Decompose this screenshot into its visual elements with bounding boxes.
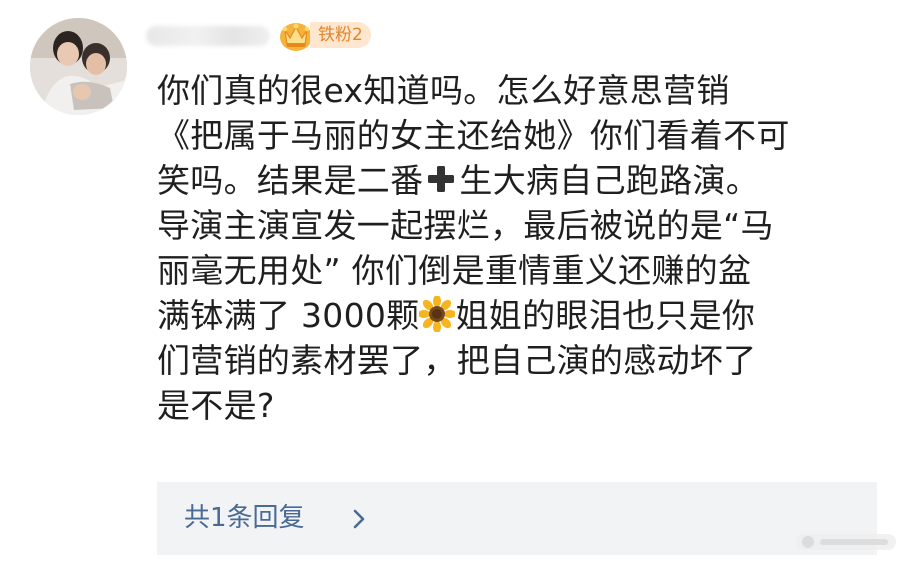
chevron-right-icon (353, 509, 365, 529)
comment-line: 是不是? (157, 386, 275, 425)
comment-segment: 生大病自己跑路演。 (459, 161, 760, 200)
comment-line: 《把属于马丽的女主还给她》你们看着不可 (157, 116, 790, 155)
comment-line: 丽毫无用处” 你们倒是重情重义还赚的盆 (157, 251, 752, 290)
comment-segment: 姐姐的眼泪也只是你 (455, 296, 756, 335)
comment-segment: 满钵满了 3000颗 (157, 296, 420, 335)
comment-line: 导演主演宣发一起摆烂，最后被说的是“马 (157, 206, 774, 245)
fan-level-badge[interactable]: 铁粉2 (278, 18, 371, 52)
comment-segment: 笑吗。结果是二番 (157, 161, 424, 200)
comment-text: 你们真的很ex知道吗。怎么好意思营销 《把属于马丽的女主还给她》你们看着不可 笑… (157, 68, 877, 428)
user-avatar[interactable] (30, 18, 127, 115)
username-redacted[interactable] (146, 26, 270, 46)
comment-line: 满钵满了 3000颗 姐姐的眼泪也只是你 (157, 293, 877, 338)
comment-line: 笑吗。结果是二番 生大病自己跑路演。 (157, 158, 877, 203)
crown-icon (280, 23, 312, 51)
plus-emoji-icon (428, 166, 455, 192)
view-replies-link[interactable]: 共1条回复 (184, 500, 305, 536)
comment-line: 们营销的素材罢了，把自己演的感动坏了 (157, 341, 757, 380)
sunflower-emoji-icon (419, 296, 456, 332)
avatar-photo-icon (30, 18, 127, 115)
reply-summary-box[interactable]: 共1条回复 (157, 482, 877, 555)
watermark-logo (796, 534, 896, 550)
fan-badge-label: 铁粉2 (310, 22, 371, 48)
comment-line: 你们真的很ex知道吗。怎么好意思营销 (157, 71, 730, 110)
